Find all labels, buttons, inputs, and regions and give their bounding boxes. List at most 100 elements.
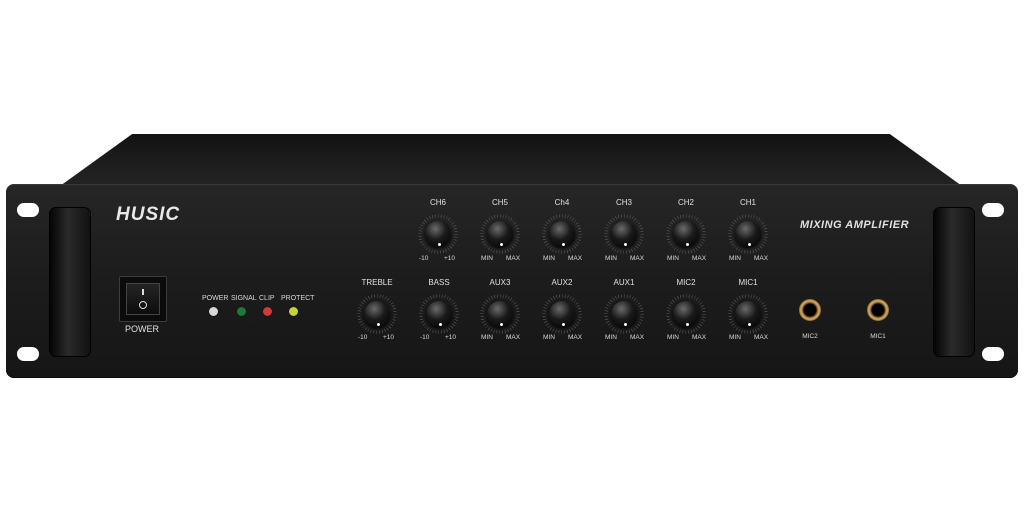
bass-range-max: +10 <box>445 334 457 341</box>
off-icon <box>139 301 147 309</box>
mic2-knob-label: MIC2 <box>676 278 696 287</box>
ch4-knob[interactable] <box>542 214 582 254</box>
knob-indicator <box>624 243 627 246</box>
led-label-protect: PROTECT <box>281 295 315 302</box>
rack-hole-top-right <box>982 203 1004 217</box>
ch1-range-min: MIN <box>729 255 741 262</box>
knob-cap[interactable] <box>673 301 699 327</box>
led-label-clip: CLIP <box>259 295 275 302</box>
knob-cap[interactable] <box>611 221 637 247</box>
aux1-knob[interactable] <box>604 294 644 334</box>
rocker-switch[interactable] <box>126 283 160 315</box>
knob-indicator <box>748 243 751 246</box>
rack-hole-bottom-right <box>982 347 1004 361</box>
knob-indicator <box>439 323 442 326</box>
knob-cap[interactable] <box>426 301 452 327</box>
ch4-range-max: MAX <box>568 255 583 262</box>
mic2-jack-label: MIC2 <box>802 333 818 340</box>
ch6-knob[interactable] <box>418 214 458 254</box>
mic1-range-min: MIN <box>729 334 741 341</box>
knob-indicator <box>500 243 503 246</box>
ch1-knob-label: CH1 <box>739 198 756 207</box>
knob-cap[interactable] <box>611 301 637 327</box>
ch2-knob[interactable] <box>666 214 706 254</box>
ch3-knob[interactable] <box>604 214 644 254</box>
ch3-range-max: MAX <box>630 255 645 262</box>
on-icon <box>142 289 144 295</box>
knob-indicator <box>686 323 689 326</box>
ch5-knob[interactable] <box>480 214 520 254</box>
ch3-range-min: MIN <box>605 255 617 262</box>
power-switch-label: POWER <box>124 324 159 334</box>
power-led <box>209 307 218 316</box>
aux3-knob[interactable] <box>480 294 520 334</box>
treble-range-max: +10 <box>383 334 395 341</box>
mic1-jack-label: MIC1 <box>870 333 886 340</box>
knob-cap[interactable] <box>673 221 699 247</box>
treble-range-min: -10 <box>358 334 368 341</box>
power-switch[interactable] <box>119 276 167 322</box>
ch3-knob-label: CH3 <box>615 198 632 207</box>
knob-indicator <box>686 243 689 246</box>
knob-cap[interactable] <box>487 221 513 247</box>
ch1-knob[interactable] <box>728 214 768 254</box>
rack-hole-bottom-left <box>17 347 39 361</box>
knob-indicator <box>377 323 380 326</box>
knob-cap[interactable] <box>549 221 575 247</box>
mic1-range-max: MAX <box>754 334 769 341</box>
ch4-knob-label: Ch4 <box>554 198 570 207</box>
knob-indicator <box>500 323 503 326</box>
knob-cap[interactable] <box>425 221 451 247</box>
mic2-jack[interactable] <box>799 299 821 321</box>
ch1-range-max: MAX <box>754 255 769 262</box>
aux1-range-min: MIN <box>605 334 617 341</box>
model-title: MIXING AMPLIFIER <box>800 219 910 231</box>
mic1-knob[interactable] <box>728 294 768 334</box>
knob-indicator <box>562 323 565 326</box>
knob-cap[interactable] <box>364 301 390 327</box>
knob-cap[interactable] <box>549 301 575 327</box>
protect-led <box>289 307 298 316</box>
knob-indicator <box>438 243 441 246</box>
mic2-knob[interactable] <box>666 294 706 334</box>
rack-hole-top-left <box>17 203 39 217</box>
aux3-range-max: MAX <box>506 334 521 341</box>
ch5-range-max: MAX <box>506 255 521 262</box>
ch2-range-min: MIN <box>667 255 679 262</box>
bass-knob[interactable] <box>419 294 459 334</box>
aux1-knob-label: AUX1 <box>613 278 635 287</box>
aux1-range-max: MAX <box>630 334 645 341</box>
treble-knob-label: TREBLE <box>361 278 393 287</box>
clip-led <box>263 307 272 316</box>
treble-knob[interactable] <box>357 294 397 334</box>
led-label-signal: SIGNAL <box>231 295 257 302</box>
ch5-knob-label: CH5 <box>491 198 508 207</box>
ch2-range-max: MAX <box>692 255 707 262</box>
ch6-range-max: +10 <box>444 255 456 262</box>
knob-cap[interactable] <box>487 301 513 327</box>
ch6-range-min: -10 <box>419 255 429 262</box>
aux2-range-max: MAX <box>568 334 583 341</box>
knob-indicator <box>748 323 751 326</box>
rack-handle-right <box>934 208 974 356</box>
rack-handle-left <box>50 208 90 356</box>
knob-cap[interactable] <box>735 301 761 327</box>
signal-led <box>237 307 246 316</box>
mic1-jack[interactable] <box>867 299 889 321</box>
bass-knob-label: BASS <box>428 278 450 287</box>
ch2-knob-label: CH2 <box>677 198 694 207</box>
knob-cap[interactable] <box>735 221 761 247</box>
knob-indicator <box>624 323 627 326</box>
led-label-power: POWER <box>202 295 229 302</box>
aux3-knob-label: AUX3 <box>489 278 511 287</box>
aux2-knob[interactable] <box>542 294 582 334</box>
bass-range-min: -10 <box>420 334 430 341</box>
ch5-range-min: MIN <box>481 255 493 262</box>
mic1-knob-label: MIC1 <box>738 278 758 287</box>
aux2-knob-label: AUX2 <box>551 278 573 287</box>
knob-indicator <box>562 243 565 246</box>
ch4-range-min: MIN <box>543 255 555 262</box>
aux2-range-min: MIN <box>543 334 555 341</box>
brand-logo: HUSIC <box>116 204 181 225</box>
aux3-range-min: MIN <box>481 334 493 341</box>
